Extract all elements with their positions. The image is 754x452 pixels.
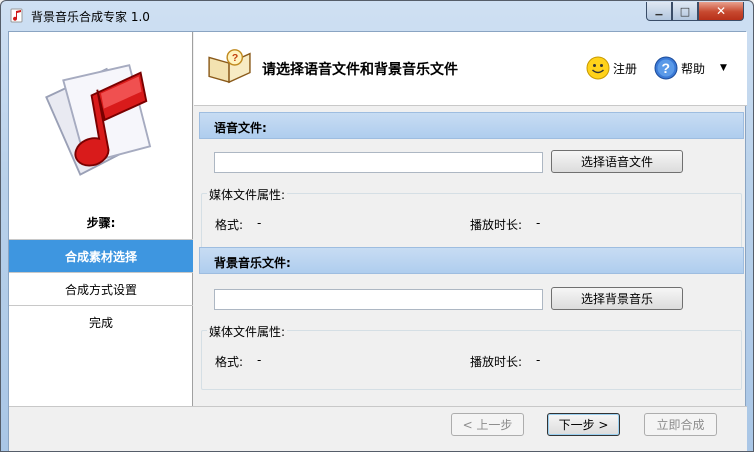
music-section-header: 背景音乐文件: [199, 247, 744, 274]
duration-value: - [536, 216, 541, 230]
duration-value: - [536, 353, 541, 367]
music-note-icon [10, 8, 23, 23]
step-mode-settings[interactable]: 合成方式设置 [9, 272, 193, 305]
help-menu[interactable]: ? 帮助 ▼ [654, 56, 727, 80]
close-button[interactable]: ✕ [698, 2, 744, 21]
client-area: 步骤: 合成素材选择 合成方式设置 完成 ? 请选择语音文件和背景音乐文件 注册… [8, 31, 747, 451]
step-finish[interactable]: 完成 [9, 305, 193, 338]
question-icon: ? [654, 56, 678, 80]
choose-music-button[interactable]: 选择背景音乐 [551, 287, 683, 310]
svg-text:?: ? [232, 53, 238, 64]
sidebar: 步骤: 合成素材选择 合成方式设置 完成 [9, 32, 193, 406]
title-bar[interactable]: 背景音乐合成专家 1.0 ▁ □ ✕ [1, 1, 753, 31]
main-panel: ? 请选择语音文件和背景音乐文件 注册 ? 帮助 ▼ 语音文件: 选择语音文件 … [194, 32, 747, 406]
page-title: 请选择语音文件和背景音乐文件 [262, 62, 458, 78]
open-book-icon: ? [208, 49, 251, 84]
choose-voice-button[interactable]: 选择语音文件 [551, 150, 683, 173]
step-label: 合成方式设置 [64, 282, 137, 297]
app-window: 背景音乐合成专家 1.0 ▁ □ ✕ 步骤: 合成素材选择 合成方式设置 完成 [0, 0, 754, 452]
footer: < 上一步 下一步 > 立即合成 [9, 406, 747, 451]
duration-label: 播放时长: [470, 355, 523, 369]
music-props-group: 媒体文件属性: 格式: - 播放时长: - [201, 323, 742, 390]
help-label: 帮助 [681, 61, 706, 76]
header: ? 请选择语音文件和背景音乐文件 注册 ? 帮助 ▼ [194, 32, 747, 106]
step-material-select[interactable]: 合成素材选择 [9, 239, 193, 272]
format-label: 格式: [215, 355, 244, 369]
minimize-icon: ▁ [655, 6, 663, 16]
steps-label: 步骤: [86, 216, 116, 230]
format-value: - [257, 216, 262, 230]
minimize-button[interactable]: ▁ [646, 2, 672, 21]
duration-label: 播放时长: [470, 218, 523, 232]
prev-button[interactable]: < 上一步 [451, 413, 524, 436]
format-label: 格式: [215, 218, 244, 232]
chevron-down-icon: ▼ [720, 63, 727, 73]
music-file-input[interactable] [214, 289, 543, 310]
voice-file-input[interactable] [214, 152, 543, 173]
step-label: 完成 [88, 315, 113, 330]
step-label: 合成素材选择 [64, 249, 137, 264]
register-link[interactable]: 注册 [586, 56, 637, 80]
props-legend: 媒体文件属性: [207, 186, 288, 203]
format-value: - [257, 353, 262, 367]
voice-props-group: 媒体文件属性: 格式: - 播放时长: - [201, 186, 742, 253]
maximize-icon: □ [679, 4, 691, 18]
svg-text:?: ? [662, 60, 671, 76]
close-icon: ✕ [715, 4, 727, 18]
voice-section-header: 语音文件: [199, 112, 744, 139]
maximize-button[interactable]: □ [672, 2, 698, 21]
next-button[interactable]: 下一步 > [547, 413, 620, 436]
smiley-icon [586, 56, 610, 80]
window-title: 背景音乐合成专家 1.0 [31, 10, 150, 24]
compose-button[interactable]: 立即合成 [644, 413, 717, 436]
register-label: 注册 [613, 61, 638, 76]
music-note-icon [45, 64, 152, 176]
props-legend: 媒体文件属性: [207, 323, 288, 340]
